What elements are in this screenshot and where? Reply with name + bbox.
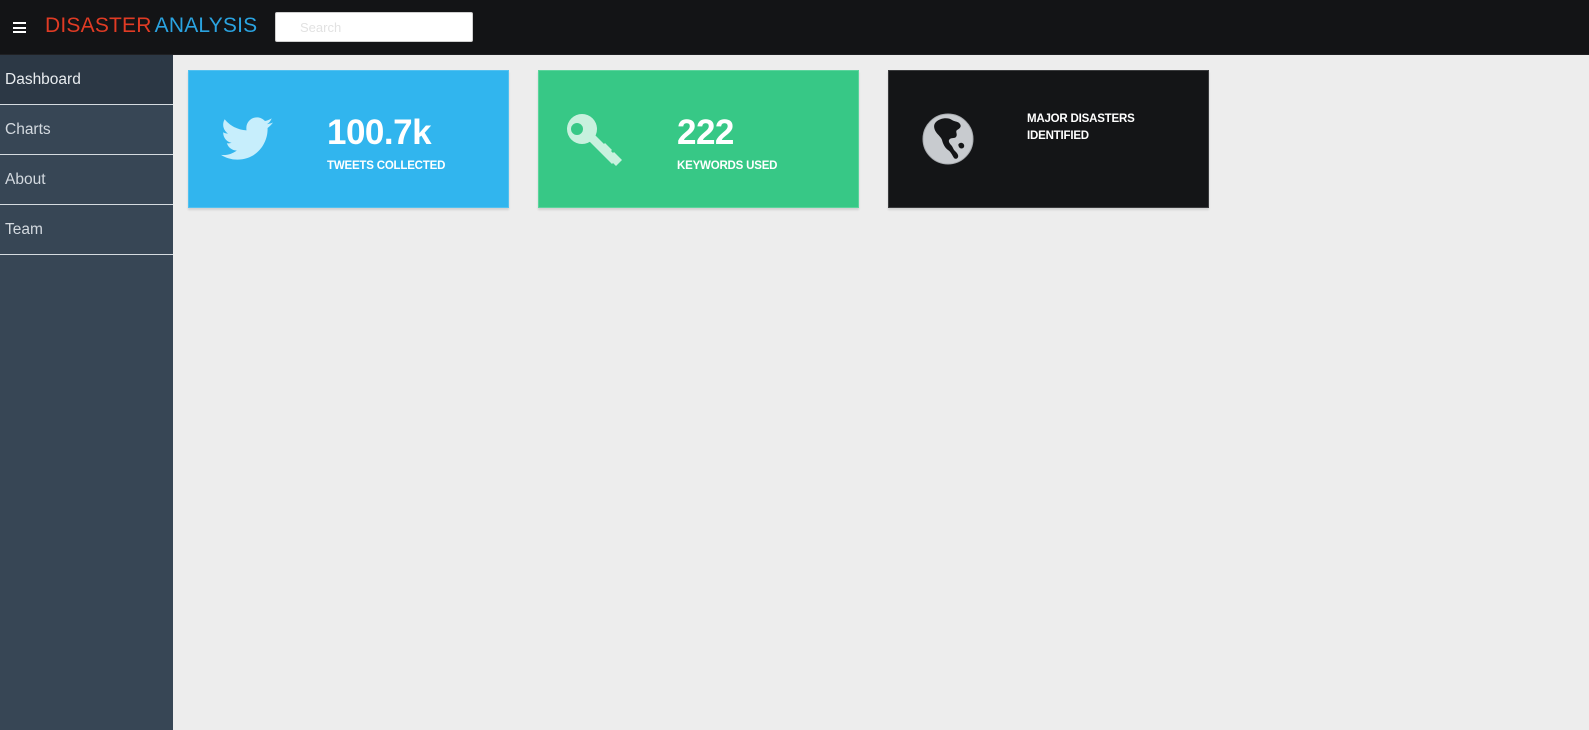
tweets-label: TWEETS COLLECTED [327, 160, 446, 172]
top-navbar: DISASTER ANALYSIS [0, 0, 1589, 55]
search-input[interactable] [275, 12, 473, 42]
sidebar: Dashboard Charts About Team [0, 55, 173, 730]
hamburger-menu-icon[interactable] [13, 22, 26, 33]
main-content: 100.7k TWEETS COLLECTED 222 KEYWORDS USE… [173, 55, 1589, 730]
sidebar-item-charts[interactable]: Charts [0, 105, 173, 155]
tweets-count: 100.7k [327, 113, 432, 152]
twitter-bird-icon [221, 117, 273, 160]
brand-title-part2: ANALYSIS [154, 14, 258, 37]
keywords-label: KEYWORDS USED [677, 160, 778, 172]
sidebar-item-about[interactable]: About [0, 155, 173, 205]
key-icon [567, 114, 622, 166]
sidebar-item-dashboard[interactable]: Dashboard [0, 55, 173, 105]
stat-card-tweets[interactable]: 100.7k TWEETS COLLECTED [188, 70, 509, 208]
brand-logo[interactable]: DISASTER ANALYSIS [45, 14, 257, 38]
stat-card-disasters[interactable]: MAJOR DISASTERS IDENTIFIED [888, 70, 1209, 208]
stat-card-keywords[interactable]: 222 KEYWORDS USED [538, 70, 859, 208]
keywords-count: 222 [677, 113, 734, 152]
disasters-label: MAJOR DISASTERS IDENTIFIED [1027, 113, 1135, 142]
globe-icon [922, 113, 974, 165]
brand-title-part1: DISASTER [45, 14, 152, 37]
sidebar-item-team[interactable]: Team [0, 205, 173, 255]
